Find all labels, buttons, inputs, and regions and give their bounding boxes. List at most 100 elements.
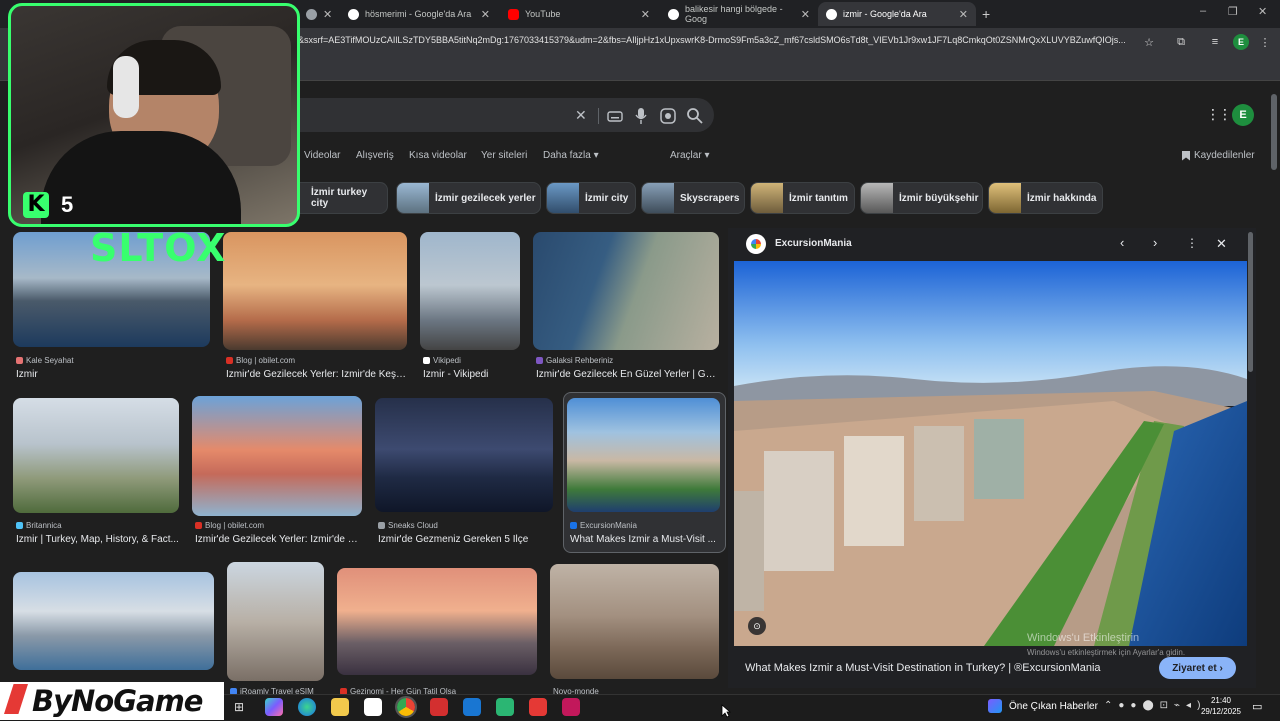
- result-title[interactable]: İzmir'de Gezilecek Yerler: İzmir'de K...: [195, 534, 361, 545]
- maximize-icon[interactable]: ❐: [1228, 5, 1238, 18]
- apps-grid-icon[interactable]: ⋮⋮: [1206, 106, 1232, 123]
- close-icon[interactable]: ✕: [481, 8, 490, 21]
- result-title[interactable]: What Makes Izmir a Must-Visit ...: [570, 534, 718, 545]
- result-thumbnail[interactable]: [192, 396, 362, 516]
- saved-label: Kaydedilenler: [1194, 150, 1255, 161]
- result-thumbnail[interactable]: [375, 398, 553, 512]
- close-icon[interactable]: ✕: [323, 8, 332, 21]
- visit-button[interactable]: Ziyaret et ›: [1159, 657, 1236, 679]
- site-icon: [16, 357, 23, 364]
- lens-icon[interactable]: [660, 108, 676, 124]
- google-icon: [348, 8, 359, 20]
- browser-tab[interactable]: YouTube ✕: [500, 2, 658, 26]
- result-thumbnail[interactable]: [533, 232, 719, 350]
- keyboard-icon[interactable]: [607, 108, 623, 124]
- search-icon[interactable]: [686, 107, 703, 124]
- previous-icon[interactable]: ‹: [1120, 235, 1124, 250]
- tab-short-videos[interactable]: Kısa videolar: [409, 150, 467, 161]
- close-preview-icon[interactable]: ✕: [1216, 236, 1227, 252]
- system-tray[interactable]: ⌃●●⬤⊡⌁◂): [1104, 700, 1206, 711]
- file-explorer-icon[interactable]: [331, 698, 349, 716]
- result-title[interactable]: İzmir: [16, 369, 210, 380]
- result-thumbnail[interactable]: [227, 562, 324, 681]
- clock-date[interactable]: 29/12/2025: [1200, 707, 1242, 716]
- site-icon: [536, 357, 543, 364]
- tab-videos[interactable]: Videolar: [304, 150, 341, 161]
- chip-related-search[interactable]: İzmir tanıtım: [750, 182, 855, 214]
- preview-image[interactable]: [734, 261, 1247, 646]
- browser-tab-active[interactable]: izmir - Google'da Ara ✕: [818, 2, 976, 26]
- result-title[interactable]: İzmir - Vikipedi: [423, 369, 523, 380]
- close-icon[interactable]: ✕: [801, 8, 810, 21]
- microphone-icon[interactable]: [633, 107, 649, 125]
- close-icon[interactable]: ✕: [959, 8, 968, 21]
- copilot-icon[interactable]: [265, 698, 283, 716]
- result-thumbnail[interactable]: [567, 398, 720, 512]
- tab-more[interactable]: Daha fazla ▾: [543, 150, 599, 161]
- chip-related-search[interactable]: İzmir city: [546, 182, 636, 214]
- next-icon[interactable]: ›: [1153, 235, 1157, 250]
- google-profile-avatar[interactable]: E: [1232, 104, 1254, 126]
- clear-search-icon[interactable]: ✕: [575, 107, 587, 124]
- search-input[interactable]: [292, 98, 714, 132]
- lens-search-icon[interactable]: ⊙: [748, 617, 766, 635]
- chip-thumbnail: [861, 183, 893, 213]
- edge-icon[interactable]: [298, 698, 316, 716]
- app-icon[interactable]: [496, 698, 514, 716]
- result-thumbnail[interactable]: [223, 232, 407, 350]
- saved-button[interactable]: Kaydedilenler: [1182, 150, 1255, 161]
- reading-list-icon[interactable]: ≡: [1206, 33, 1224, 51]
- chrome-icon[interactable]: [395, 696, 417, 718]
- notification-icon[interactable]: ▭: [1252, 700, 1262, 713]
- profile-avatar[interactable]: E: [1233, 34, 1249, 50]
- chip-related-search[interactable]: İzmir hakkında: [988, 182, 1103, 214]
- browser-tab[interactable]: balikesir hangi bölgede - Goog ✕: [660, 2, 818, 26]
- preview-site-name[interactable]: ExcursionMania: [775, 238, 852, 249]
- chip-related-search[interactable]: İzmir büyükşehir: [860, 182, 983, 214]
- menu-icon[interactable]: ⋮: [1256, 33, 1274, 51]
- tab-web[interactable]: Yer siteleri: [481, 150, 527, 161]
- page-scrollbar[interactable]: [1271, 94, 1277, 170]
- address-bar[interactable]: &sxsrf=AE3TifMOUzCAIlLSzTDY5BBA5titNq2mD…: [298, 35, 1138, 49]
- preview-caption[interactable]: What Makes Izmir a Must-Visit Destinatio…: [745, 662, 1145, 674]
- widgets-icon[interactable]: [988, 699, 1002, 713]
- preview-scrollbar[interactable]: [1248, 232, 1253, 372]
- browser-tab[interactable]: ✕: [298, 2, 338, 26]
- level-badge-icon: K: [23, 192, 49, 218]
- tab-title: izmir - Google'da Ara: [843, 9, 927, 19]
- extensions-icon[interactable]: ⧉: [1172, 33, 1190, 51]
- bookmark-icon: [1182, 150, 1190, 161]
- result-thumbnail[interactable]: [13, 572, 214, 670]
- bookmark-star-icon[interactable]: ☆: [1140, 33, 1158, 51]
- browser-tab[interactable]: hösmerimi - Google'da Ara ✕: [340, 2, 498, 26]
- chip-label: İzmir büyükşehir: [899, 192, 979, 204]
- clock-time[interactable]: 21:40: [1204, 696, 1238, 705]
- result-title[interactable]: İzmir | Turkey, Map, History, & Fact...: [16, 534, 180, 545]
- tab-title: YouTube: [525, 9, 561, 19]
- chip-label: İzmir turkey city: [311, 187, 368, 209]
- result-title[interactable]: İzmir'de Gezilecek Yerler: İzmir'de Keşf…: [226, 369, 406, 380]
- result-title[interactable]: İzmir'de Gezmeniz Gereken 5 İlçe: [378, 534, 554, 545]
- app-icon[interactable]: [430, 698, 448, 716]
- outlook-icon[interactable]: [463, 698, 481, 716]
- result-thumbnail[interactable]: [550, 564, 719, 679]
- tab-shopping[interactable]: Alışveriş: [356, 150, 394, 161]
- chip-related-search[interactable]: İzmir gezilecek yerler: [396, 182, 541, 214]
- chip-related-search[interactable]: Skyscrapers: [641, 182, 745, 214]
- task-view-icon[interactable]: ⊞: [234, 700, 244, 714]
- app-icon[interactable]: [529, 698, 547, 716]
- result-title[interactable]: İzmir'de Gezilecek En Güzel Yerler | Gal…: [536, 369, 718, 380]
- store-icon[interactable]: [364, 698, 382, 716]
- tools-button[interactable]: Araçlar ▾: [670, 150, 709, 161]
- more-options-icon[interactable]: ⋮: [1186, 236, 1198, 250]
- news-widget[interactable]: Öne Çıkan Haberler: [1009, 701, 1098, 712]
- close-window-icon[interactable]: ✕: [1258, 5, 1267, 18]
- app-icon[interactable]: [562, 698, 580, 716]
- new-tab-button[interactable]: +: [982, 6, 990, 22]
- result-thumbnail[interactable]: [337, 568, 537, 675]
- close-icon[interactable]: ✕: [641, 8, 650, 21]
- result-thumbnail[interactable]: [420, 232, 520, 350]
- result-thumbnail[interactable]: [13, 398, 179, 513]
- minimize-icon[interactable]: –: [1200, 5, 1206, 17]
- site-icon: [195, 522, 202, 529]
